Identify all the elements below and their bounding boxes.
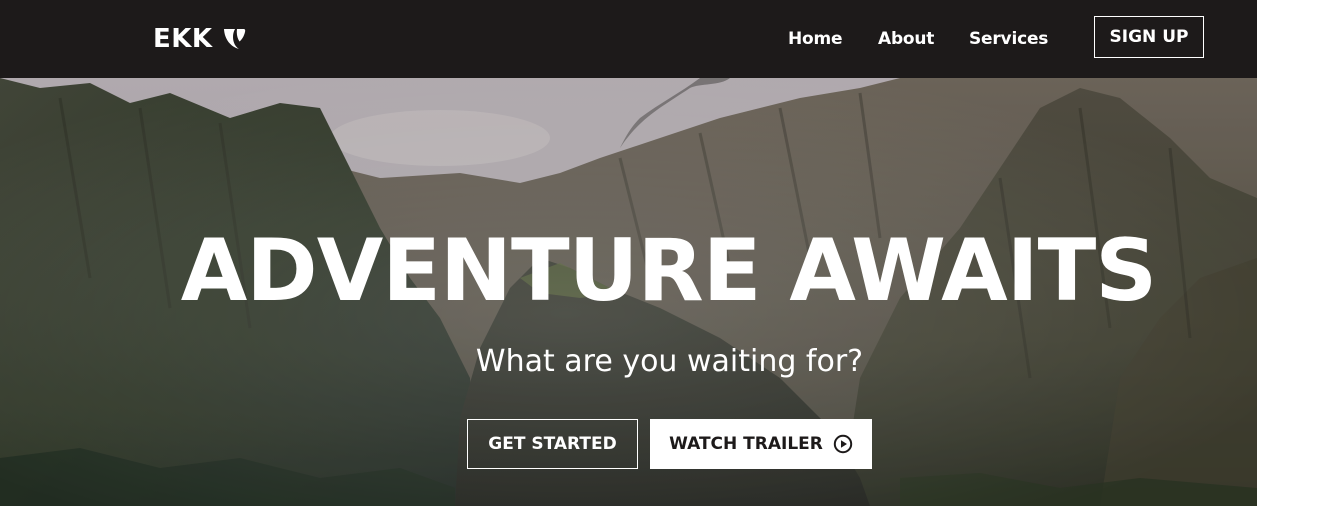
- watch-trailer-label: WATCH TRAILER: [669, 434, 823, 454]
- page: EKK Home About Services SIGN UP ADVENTUR…: [0, 0, 1257, 506]
- play-circle-icon: [833, 434, 853, 454]
- hero-subtitle: What are you waiting for?: [475, 344, 864, 379]
- hero-section: ADVENTURE AWAITS What are you waiting fo…: [0, 78, 1257, 506]
- navbar: EKK Home About Services SIGN UP: [0, 0, 1257, 78]
- signup-button[interactable]: SIGN UP: [1094, 16, 1204, 58]
- nav-link-services[interactable]: Services: [969, 24, 1048, 54]
- nav-link-about[interactable]: About: [878, 24, 934, 54]
- typo3-logo-icon: [223, 29, 245, 49]
- get-started-button[interactable]: GET STARTED: [467, 419, 638, 469]
- hero-title: ADVENTURE AWAITS: [180, 221, 1157, 321]
- brand-name: EKK: [153, 24, 213, 54]
- brand-link[interactable]: EKK: [153, 22, 247, 56]
- watch-trailer-button[interactable]: WATCH TRAILER: [650, 419, 872, 469]
- nav-link-home[interactable]: Home: [788, 24, 843, 54]
